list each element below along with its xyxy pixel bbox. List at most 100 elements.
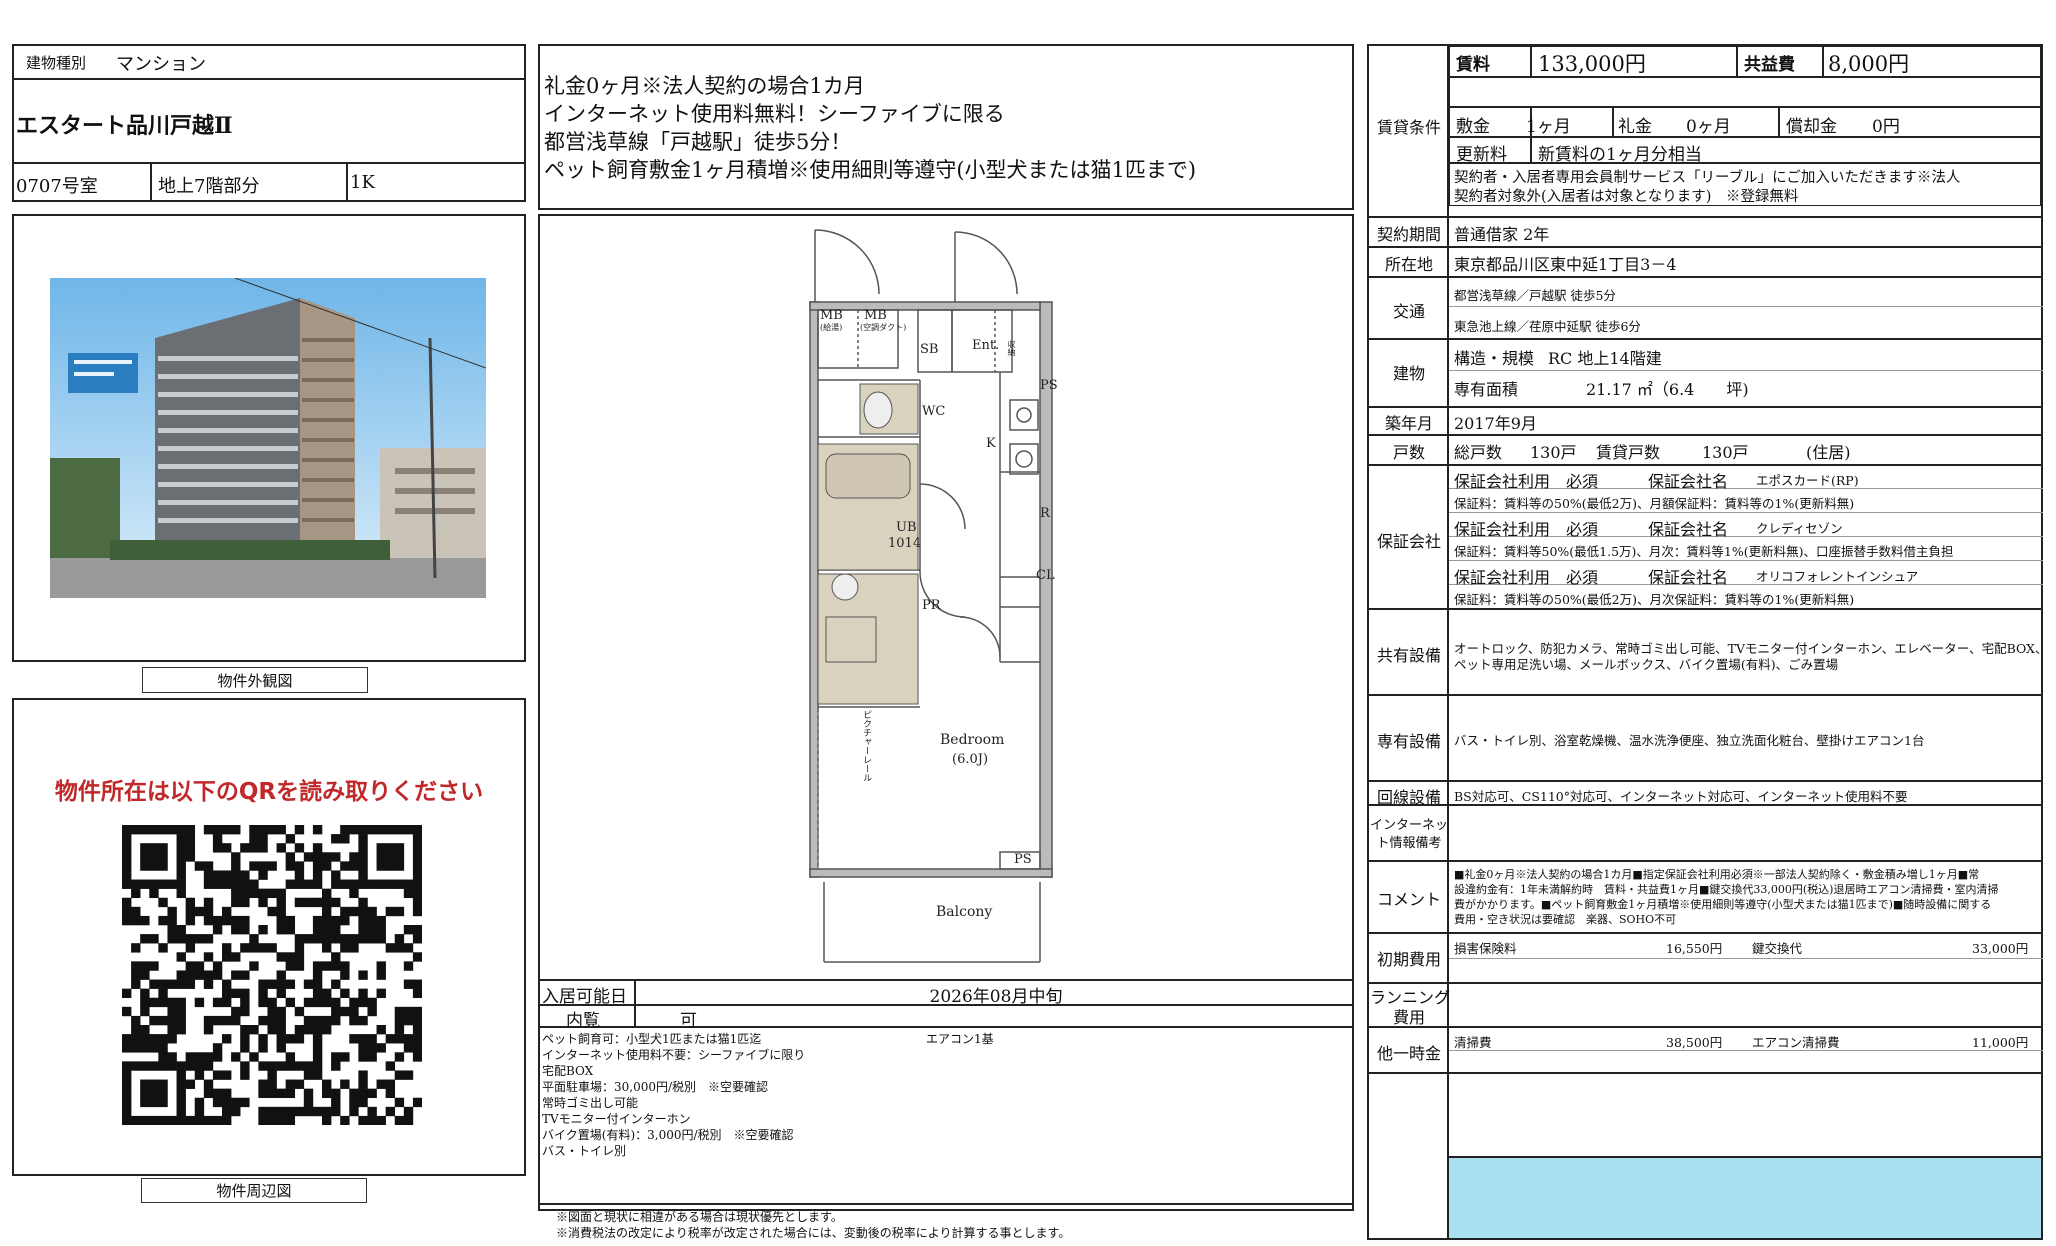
guarantee-2-name: クレディセゾン	[1756, 521, 1843, 536]
guarantee-3-name: オリコフォレントインシュア	[1756, 569, 1919, 584]
deposit-value: 1ヶ月	[1526, 117, 1571, 137]
room-floor: 地上7階部分	[158, 176, 260, 197]
address-label: 所在地	[1384, 255, 1433, 274]
guarantee-1-fee: 保証料：賃料等の50%(最低2万)、月額保証料：賃料等の1%(更新料無)	[1454, 496, 1855, 511]
comment-line-4: 費用・空き状況は要確認 楽器、SOHO不可	[1454, 913, 1677, 926]
rail-label: ピクチャーレール	[861, 710, 871, 782]
highlight-3: 都営浅草線「戸越駅」徒歩5分！	[544, 130, 852, 154]
units-rental-label: 賃貸戸数	[1596, 443, 1661, 462]
ub-label: UB	[896, 520, 917, 535]
comment-line-3: 費がかかります。■ペット飼育敷金1ヶ月積増※使用細則等遵守(小型犬または猫1匹ま…	[1454, 898, 1992, 911]
other-amount-2: 11,000円	[1972, 1035, 2029, 1050]
units-total-value: 130戸	[1530, 443, 1577, 462]
k-label: K	[986, 436, 996, 451]
note-5: 常時ゴミ出し可能	[542, 1096, 639, 1110]
amortization-value: 0円	[1872, 117, 1900, 137]
note-7: バイク置場(有料)：3,000円/税別 ※空要確認	[542, 1128, 794, 1142]
pr-label: PR	[922, 598, 941, 613]
mb1-sub: (給湯)	[820, 323, 843, 332]
shared-line-2: ペット専用足洗い場、メールボックス、バイク置場(有料)、ごみ置場	[1454, 657, 1839, 672]
stamp-area	[1449, 1158, 2041, 1238]
building-photo	[50, 278, 486, 598]
guarantee-3-name-label: 保証会社名	[1648, 568, 1729, 587]
built-label: 築年月	[1384, 414, 1433, 433]
structure-label: 建物	[1392, 364, 1425, 383]
comment-line-2: 設違約金有：1年未満解約時 賃料・共益費1ヶ月■鍵交換代33,000円(税込)退…	[1454, 883, 1999, 896]
units-total-label: 総戸数	[1454, 443, 1503, 462]
availability-value: 2026年08月中旬	[929, 987, 1063, 1007]
transport-label: 交通	[1392, 302, 1425, 321]
mb2-label: MB	[864, 308, 887, 323]
initial-item-1: 損害保険料	[1454, 941, 1517, 956]
key-money-label: 礼金	[1618, 117, 1652, 137]
renewal-value: 新賃料の1ヶ月分相当	[1538, 145, 1702, 165]
guarantee-1-use: 保証会社利用 必須	[1454, 472, 1599, 491]
ps2-label: PS	[1014, 852, 1032, 867]
property-name: エスタート品川戸越Ⅱ	[16, 113, 233, 139]
guarantee-2-name-label: 保証会社名	[1648, 520, 1729, 539]
mb1-label: MB	[820, 308, 843, 323]
room-layout: 1K	[350, 172, 375, 193]
units-note: (住居)	[1806, 443, 1851, 462]
structure-scale-label: 構造・規模	[1454, 349, 1535, 368]
ent-label: Ent.	[972, 338, 1000, 353]
qr-message: 物件所在は以下のQRを読み取りください	[54, 779, 484, 805]
lines-label: 回線設備	[1376, 788, 1441, 807]
service-note-1: 契約者・入居者専用会員制サービス「リーブル」にご加入いただきます※法人	[1454, 170, 1961, 186]
ub-size: 1014	[888, 536, 922, 551]
note-8: バス・トイレ別	[542, 1144, 627, 1158]
rent-label: 賃料	[1456, 55, 1490, 75]
shoe-label: 収納	[1007, 340, 1016, 356]
deposit-label: 敷金	[1456, 117, 1490, 137]
note-3: 宅配BOX	[542, 1064, 594, 1078]
highlight-4: ペット飼育敷金1ヶ月積増※使用細則等遵守(小型犬または猫1匹まで)	[544, 158, 1197, 182]
cl-label: CL	[1036, 568, 1055, 583]
floorplan-drawing	[809, 229, 1053, 963]
shared-label: 共有設備	[1376, 646, 1441, 665]
initial-amount-2: 33,000円	[1972, 941, 2029, 956]
contract-value: 普通借家 2年	[1454, 225, 1550, 244]
initial-item-2: 鍵交換代	[1752, 941, 1803, 956]
r-label: R	[1040, 506, 1050, 521]
wc-label: WC	[922, 404, 946, 419]
common-fee-value: 8,000円	[1828, 52, 1910, 76]
contract-label: 契約期間	[1376, 225, 1441, 244]
lines-value: BS対応可、CS110°対応可、インターネット対応可、インターネット使用料不要	[1454, 789, 1908, 804]
qr-code	[122, 825, 422, 1125]
sb-label: SB	[920, 342, 939, 357]
guarantee-1-name-label: 保証会社名	[1648, 472, 1729, 491]
structure-scale-value: RC 地上14階建	[1548, 349, 1662, 368]
rent-value: 133,000円	[1538, 52, 1646, 76]
other-item-1: 清掃費	[1454, 1035, 1492, 1050]
note-4: 平面駐車場：30,000円/税別 ※空要確認	[542, 1080, 769, 1094]
other-amount-1: 38,500円	[1666, 1035, 1723, 1050]
initial-amount-1: 16,550円	[1666, 941, 1723, 956]
renewal-label: 更新料	[1456, 145, 1507, 165]
bedroom-size: (6.0J)	[952, 752, 989, 767]
note-6: TVモニター付インターホン	[542, 1112, 691, 1126]
guarantee-3-use: 保証会社利用 必須	[1454, 568, 1599, 587]
disclaimer-2: ※消費税法の改定により税率が改定された場合には、変動後の税率により計算する事とし…	[556, 1226, 1071, 1240]
transport-line-2: 東急池上線／荏原中延駅 徒歩6分	[1454, 319, 1641, 334]
highlight-2: インターネット使用料無料！シーファイブに限る	[544, 102, 1005, 126]
comment-label: コメント	[1376, 890, 1441, 909]
other-label: 他一時金	[1376, 1044, 1441, 1063]
viewing-value: 可	[680, 1011, 697, 1031]
transport-line-1: 都営浅草線／戸越駅 徒歩5分	[1454, 288, 1616, 303]
comment-line-1: ■礼金0ヶ月※法人契約の場合1カ月■指定保証会社利用必須※一部法人契約除く・敷金…	[1454, 868, 1980, 881]
ps1-label: PS	[1040, 378, 1058, 393]
note-aircon: エアコン1基	[926, 1032, 994, 1046]
area-label: 専有面積	[1454, 380, 1519, 399]
running-label-2: 費用	[1392, 1008, 1425, 1027]
room-number: 0707号室	[16, 176, 98, 197]
mb2-sub: (空調ダクト)	[860, 323, 907, 332]
internet-label-2: ト情報備考	[1376, 836, 1442, 851]
guarantee-3-fee: 保証料：賃料等の50%(最低2万)、月次保証料：賃料等の1%(更新料無)	[1454, 592, 1855, 607]
availability-label: 入居可能日	[542, 987, 627, 1007]
highlight-1: 礼金0ヶ月※法人契約の場合1カ月	[544, 74, 865, 98]
units-rental-value: 130戸	[1702, 443, 1749, 462]
internet-label-1: インターネッ	[1370, 818, 1449, 833]
photo-caption: 物件外観図	[217, 672, 293, 690]
address-value: 東京都品川区東中延1丁目3－4	[1454, 255, 1677, 274]
building-type-label: 建物種別	[26, 54, 87, 72]
